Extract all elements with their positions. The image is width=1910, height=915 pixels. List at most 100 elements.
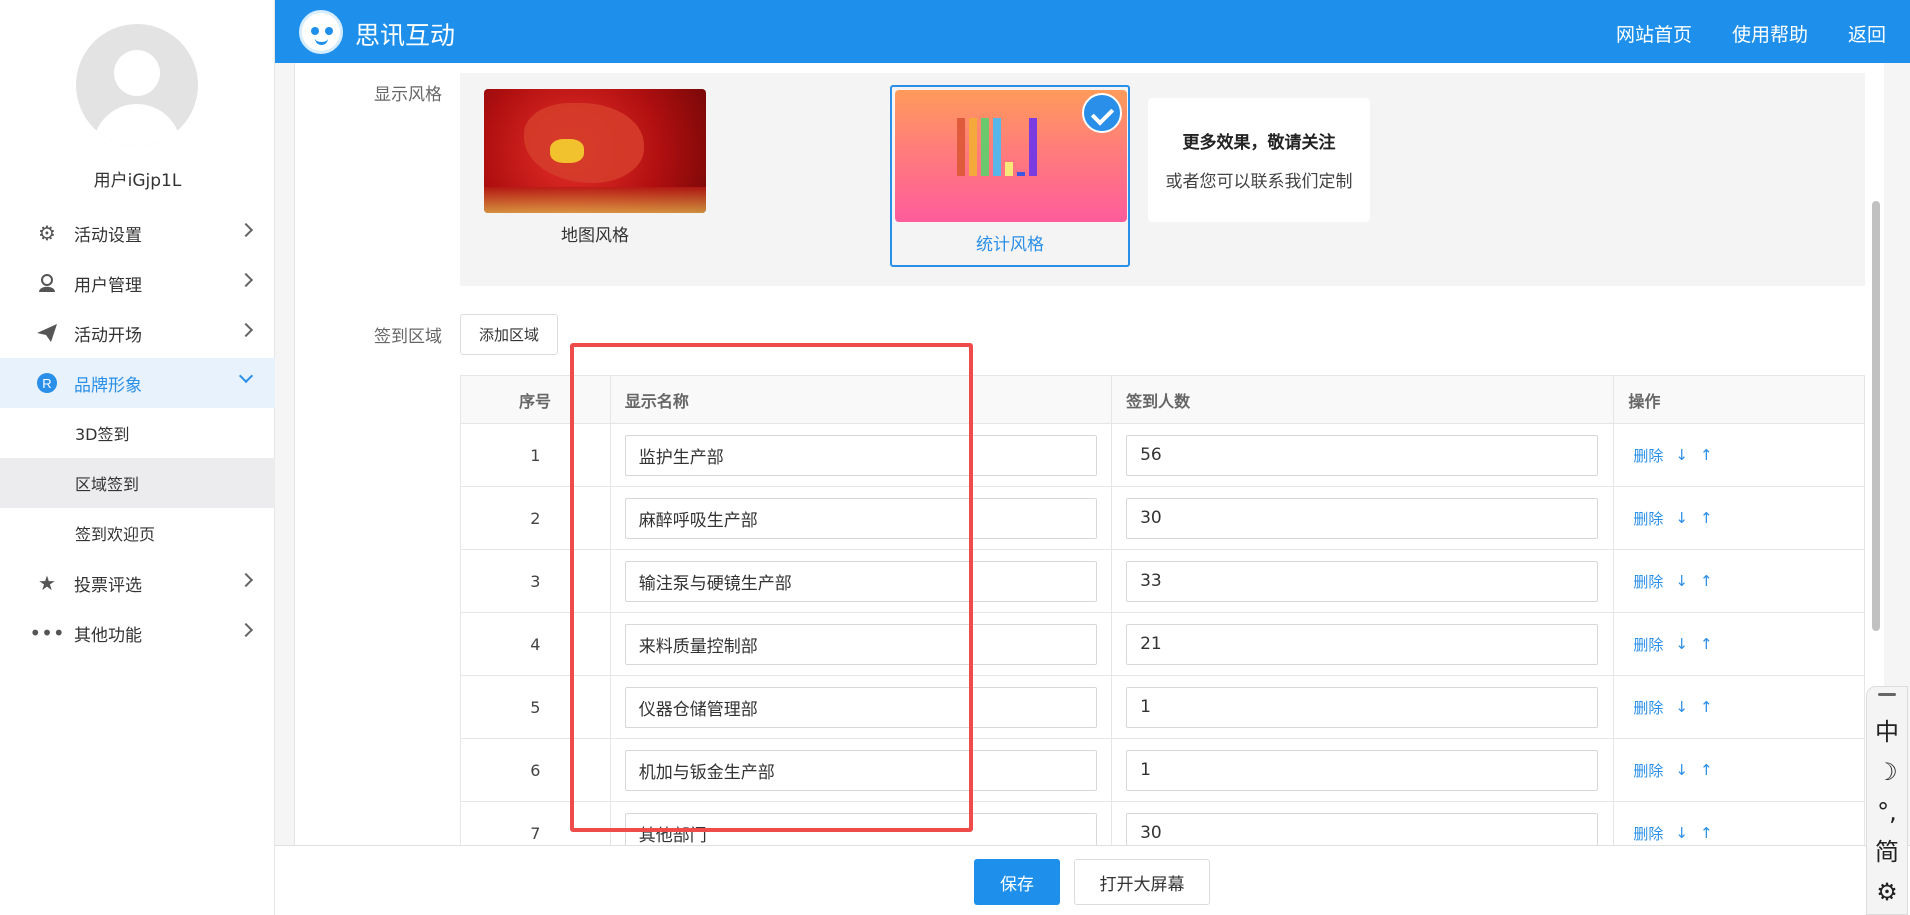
chevron-right-icon bbox=[238, 622, 254, 638]
name-input[interactable]: 仪器仓储管理部 bbox=[624, 686, 1097, 728]
display-style-label: 显示风格 bbox=[374, 85, 442, 105]
ime-chinese-mode-icon[interactable]: 中 bbox=[1875, 712, 1899, 752]
ime-punctuation-icon[interactable]: °, bbox=[1877, 792, 1897, 832]
delete-link[interactable]: 删除 bbox=[1633, 760, 1663, 781]
style-option-map[interactable]: 地图风格 bbox=[484, 89, 706, 246]
map-style-thumbnail bbox=[484, 89, 706, 213]
count-input[interactable]: 30 bbox=[1126, 497, 1599, 539]
row-actions: 删除 ↓ ↑ bbox=[1628, 508, 1712, 529]
sidebar-item-brand-image[interactable]: R 品牌形象 bbox=[0, 358, 275, 408]
name-input[interactable]: 输注泵与硬镜生产部 bbox=[624, 560, 1097, 602]
sidebar-item-label: 活动设置 bbox=[74, 225, 142, 246]
display-style-panel: 地图风格 统计风格 更多效果，敬请关注 或者您可以联系我们定制 bbox=[460, 73, 1865, 286]
delete-link[interactable]: 删除 bbox=[1633, 571, 1663, 592]
sidebar-item-voting[interactable]: ★ 投票评选 bbox=[0, 558, 275, 608]
move-up-icon[interactable]: ↑ bbox=[1700, 446, 1713, 464]
row-actions: 删除 ↓ ↑ bbox=[1628, 445, 1712, 466]
ime-toolbar: 中 ☽ °, 简 ⚙ bbox=[1866, 686, 1908, 915]
name-input[interactable]: 麻醉呼吸生产部 bbox=[624, 497, 1097, 539]
brand-name: 思讯互动 bbox=[355, 21, 456, 50]
move-down-icon[interactable]: ↓ bbox=[1675, 446, 1688, 464]
delete-link[interactable]: 删除 bbox=[1633, 823, 1663, 844]
avatar[interactable] bbox=[76, 24, 198, 146]
footer-bar: 保存 打开大屏幕 bbox=[275, 845, 1910, 915]
registered-icon: R bbox=[34, 370, 60, 396]
open-big-screen-button[interactable]: 打开大屏幕 bbox=[1074, 859, 1210, 905]
brand-logo[interactable] bbox=[299, 10, 343, 54]
selected-check-icon bbox=[1082, 93, 1122, 133]
table-row: 2 麻醉呼吸生产部 30 删除 ↓ ↑ bbox=[461, 487, 1864, 550]
logo-eye-left bbox=[311, 27, 319, 35]
table-header: 序号 显示名称 签到人数 操作 bbox=[461, 376, 1864, 424]
sidebar-item-user-management[interactable]: 用户管理 bbox=[0, 258, 275, 308]
style-option-label: 统计风格 bbox=[976, 235, 1044, 255]
ime-moon-icon[interactable]: ☽ bbox=[1876, 752, 1898, 792]
sidebar-item-activity-opening[interactable]: 活动开场 bbox=[0, 308, 275, 358]
row-index: 1 bbox=[461, 424, 611, 486]
delete-link[interactable]: 删除 bbox=[1633, 508, 1663, 529]
count-input[interactable]: 56 bbox=[1126, 434, 1599, 476]
signin-area-table: 序号 显示名称 签到人数 操作 1 监护生产部 56 删除 ↓ ↑ 2 麻醉呼吸… bbox=[460, 375, 1865, 845]
sidebar: 用户iGjp1L ⚙ 活动设置 用户管理 活动开场 R 品牌形象 3D签到 区域… bbox=[0, 0, 275, 915]
link-help[interactable]: 使用帮助 bbox=[1732, 20, 1808, 47]
table-row: 5 仪器仓储管理部 1 删除 ↓ ↑ bbox=[461, 676, 1864, 739]
move-down-icon[interactable]: ↓ bbox=[1675, 635, 1688, 653]
ime-minimize-icon[interactable] bbox=[1878, 693, 1896, 696]
count-input[interactable]: 1 bbox=[1126, 749, 1599, 791]
avatar-head-shape bbox=[114, 50, 160, 96]
link-back[interactable]: 返回 bbox=[1848, 20, 1886, 47]
move-down-icon[interactable]: ↓ bbox=[1675, 509, 1688, 527]
thumb-bar bbox=[957, 118, 965, 176]
thumb-bar bbox=[981, 118, 989, 176]
column-header: 序号 bbox=[461, 376, 611, 423]
move-down-icon[interactable]: ↓ bbox=[1675, 698, 1688, 716]
move-up-icon[interactable]: ↑ bbox=[1700, 635, 1713, 653]
delete-link[interactable]: 删除 bbox=[1633, 634, 1663, 655]
sidebar-item-label: 投票评选 bbox=[74, 575, 142, 596]
delete-link[interactable]: 删除 bbox=[1633, 445, 1663, 466]
count-input[interactable]: 21 bbox=[1126, 623, 1599, 665]
delete-link[interactable]: 删除 bbox=[1633, 697, 1663, 718]
add-area-button[interactable]: 添加区域 bbox=[460, 314, 558, 355]
submenu-item-3d-signin[interactable]: 3D签到 bbox=[0, 408, 275, 458]
row-index: 4 bbox=[461, 613, 611, 675]
submenu-item-area-signin[interactable]: 区域签到 bbox=[0, 458, 275, 508]
move-down-icon[interactable]: ↓ bbox=[1675, 761, 1688, 779]
move-down-icon[interactable]: ↓ bbox=[1675, 824, 1688, 842]
count-input[interactable]: 30 bbox=[1126, 812, 1599, 845]
map-shape bbox=[524, 103, 644, 183]
ime-settings-icon[interactable]: ⚙ bbox=[1876, 872, 1898, 912]
name-input[interactable]: 来料质量控制部 bbox=[624, 623, 1097, 665]
link-home[interactable]: 网站首页 bbox=[1616, 20, 1692, 47]
row-actions: 删除 ↓ ↑ bbox=[1628, 760, 1712, 781]
move-up-icon[interactable]: ↑ bbox=[1700, 824, 1713, 842]
chevron-right-icon bbox=[238, 572, 254, 588]
sidebar-item-label: 品牌形象 bbox=[74, 375, 142, 396]
move-down-icon[interactable]: ↓ bbox=[1675, 572, 1688, 590]
sidebar-item-activity-settings[interactable]: ⚙ 活动设置 bbox=[0, 208, 275, 258]
ime-simplified-icon[interactable]: 简 bbox=[1875, 832, 1899, 872]
submenu-item-label: 3D签到 bbox=[75, 425, 130, 444]
style-option-label: 地图风格 bbox=[561, 226, 629, 246]
name-input[interactable]: 机加与钣金生产部 bbox=[624, 749, 1097, 791]
vertical-scrollbar[interactable] bbox=[1872, 201, 1880, 631]
table-row: 3 输注泵与硬镜生产部 33 删除 ↓ ↑ bbox=[461, 550, 1864, 613]
move-up-icon[interactable]: ↑ bbox=[1700, 761, 1713, 779]
table-row: 6 机加与钣金生产部 1 删除 ↓ ↑ bbox=[461, 739, 1864, 802]
chevron-down-icon bbox=[238, 368, 254, 384]
count-input[interactable]: 33 bbox=[1126, 560, 1599, 602]
submenu-item-welcome-page[interactable]: 签到欢迎页 bbox=[0, 508, 275, 558]
name-input[interactable]: 其他部门 bbox=[624, 812, 1097, 845]
style-option-statistics[interactable]: 统计风格 bbox=[890, 85, 1130, 267]
name-input[interactable]: 监护生产部 bbox=[624, 434, 1097, 476]
row-actions: 删除 ↓ ↑ bbox=[1628, 823, 1712, 844]
row-actions: 删除 ↓ ↑ bbox=[1628, 634, 1712, 655]
move-up-icon[interactable]: ↑ bbox=[1700, 509, 1713, 527]
count-input[interactable]: 1 bbox=[1126, 686, 1599, 728]
map-wave bbox=[484, 187, 706, 213]
sidebar-item-other-functions[interactable]: ••• 其他功能 bbox=[0, 608, 275, 658]
column-header: 操作 bbox=[1628, 391, 1661, 411]
save-button[interactable]: 保存 bbox=[974, 859, 1060, 905]
move-up-icon[interactable]: ↑ bbox=[1700, 698, 1713, 716]
move-up-icon[interactable]: ↑ bbox=[1700, 572, 1713, 590]
